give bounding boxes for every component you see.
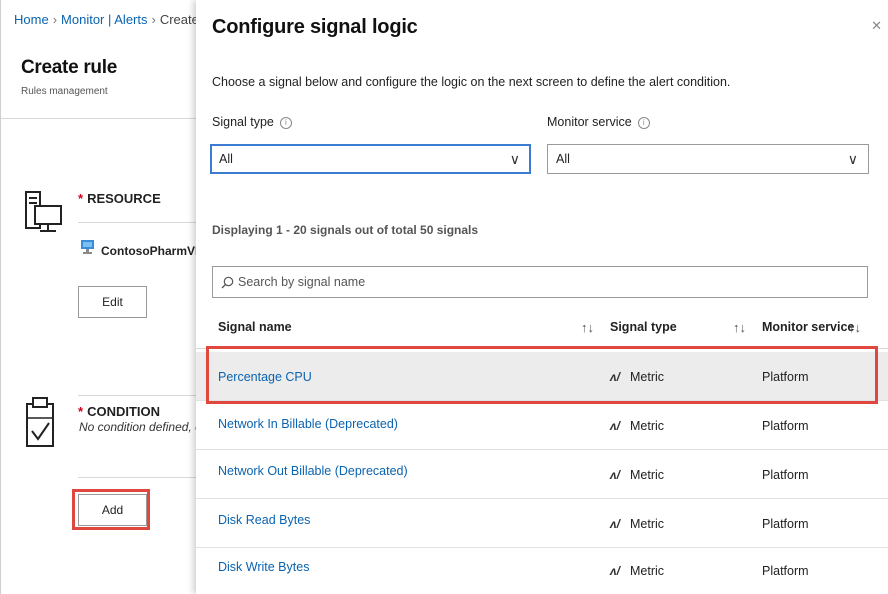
metric-icon: ᴧ/ xyxy=(610,517,621,531)
metric-icon: ᴧ/ xyxy=(610,419,621,433)
column-header-signal-type[interactable]: Signal type xyxy=(610,320,677,334)
info-icon[interactable]: i xyxy=(637,116,650,129)
virtual-machine-icon xyxy=(81,240,94,254)
divider xyxy=(78,477,197,478)
selected-row-highlight xyxy=(206,346,878,404)
table-row[interactable]: Network In Billable (Deprecated) ᴧ/Metri… xyxy=(196,401,888,450)
chevron-down-icon: ∨ xyxy=(509,151,520,167)
breadcrumb-monitor[interactable]: Monitor | Alerts xyxy=(61,12,147,27)
resource-section-label: * RESOURCE xyxy=(78,191,161,206)
clipboard-check-icon xyxy=(26,397,54,447)
signal-type-cell: ᴧ/Metric xyxy=(610,564,665,578)
panel-intro: Choose a signal below and configure the … xyxy=(212,75,731,89)
chevron-right-icon: › xyxy=(52,12,58,27)
resource-icon xyxy=(25,191,62,232)
signal-type-cell: ᴧ/Metric xyxy=(610,517,665,531)
chevron-right-icon: › xyxy=(151,12,156,27)
table-row[interactable]: Disk Write Bytes ᴧ/Metric Platform xyxy=(196,548,888,594)
chevron-down-icon: ∨ xyxy=(847,151,858,167)
table-row[interactable]: Disk Read Bytes ᴧ/Metric Platform xyxy=(196,499,888,548)
metric-icon: ᴧ/ xyxy=(610,468,621,482)
monitor-service-cell: Platform xyxy=(762,564,809,578)
close-icon[interactable]: ✕ xyxy=(871,18,882,34)
metric-icon: ᴧ/ xyxy=(610,564,621,578)
divider xyxy=(1,118,197,119)
signal-type-cell: ᴧ/Metric xyxy=(610,419,665,433)
divider xyxy=(78,222,197,223)
monitor-service-cell: Platform xyxy=(762,468,809,482)
page-title: Create rule xyxy=(21,57,117,78)
signals-count-text: Displaying 1 - 20 signals out of total 5… xyxy=(212,223,479,237)
sort-icon[interactable]: ↑↓ xyxy=(581,320,594,335)
signal-search-input[interactable]: Search by signal name xyxy=(212,266,868,298)
monitor-service-cell: Platform xyxy=(762,419,809,433)
no-condition-text: No condition defined, click on 'Add' to … xyxy=(79,420,196,434)
info-icon[interactable]: i xyxy=(279,116,292,129)
sort-icon[interactable]: ↑↓ xyxy=(733,320,746,335)
condition-section-label: * CONDITION xyxy=(78,404,161,419)
signal-type-cell: ᴧ/Metric xyxy=(610,468,665,482)
divider xyxy=(78,395,197,396)
column-header-signal-name[interactable]: Signal name xyxy=(218,320,292,334)
configure-signal-logic-panel: Configure signal logic ✕ Choose a signal… xyxy=(196,0,888,594)
monitor-service-select[interactable]: All ∨ xyxy=(547,144,869,174)
search-icon xyxy=(221,276,234,288)
monitor-service-label: Monitor service i xyxy=(547,115,650,129)
signal-type-label: Signal type i xyxy=(212,115,292,129)
signal-type-select[interactable]: All ∨ xyxy=(210,144,531,174)
table-row[interactable]: Network Out Billable (Deprecated) ᴧ/Metr… xyxy=(196,450,888,499)
signal-name-link[interactable]: Disk Read Bytes xyxy=(218,513,310,527)
signal-name-link[interactable]: Network In Billable (Deprecated) xyxy=(218,417,398,431)
breadcrumb-current: Create rule xyxy=(159,12,196,27)
signal-name-link[interactable]: Disk Write Bytes xyxy=(218,560,309,574)
page-subtitle: Rules management xyxy=(21,86,108,97)
breadcrumb: Home›Monitor | Alerts›Create rule xyxy=(14,12,196,27)
sort-icon[interactable]: ↑↓ xyxy=(848,320,861,335)
signal-name-link[interactable]: Network Out Billable (Deprecated) xyxy=(218,464,408,478)
panel-title: Configure signal logic xyxy=(212,16,418,38)
edit-resource-button[interactable]: Edit xyxy=(78,286,147,318)
monitor-service-cell: Platform xyxy=(762,517,809,531)
column-header-monitor-service[interactable]: Monitor service xyxy=(762,320,854,334)
no-condition-text-wrap: No condition defined, click on 'Add' to … xyxy=(79,418,196,436)
resource-name[interactable]: ContosoPharmVM xyxy=(101,244,205,258)
breadcrumb-home[interactable]: Home xyxy=(14,12,49,27)
create-rule-blade: Home›Monitor | Alerts›Create rule Create… xyxy=(0,0,205,594)
add-button-highlight xyxy=(72,489,150,530)
